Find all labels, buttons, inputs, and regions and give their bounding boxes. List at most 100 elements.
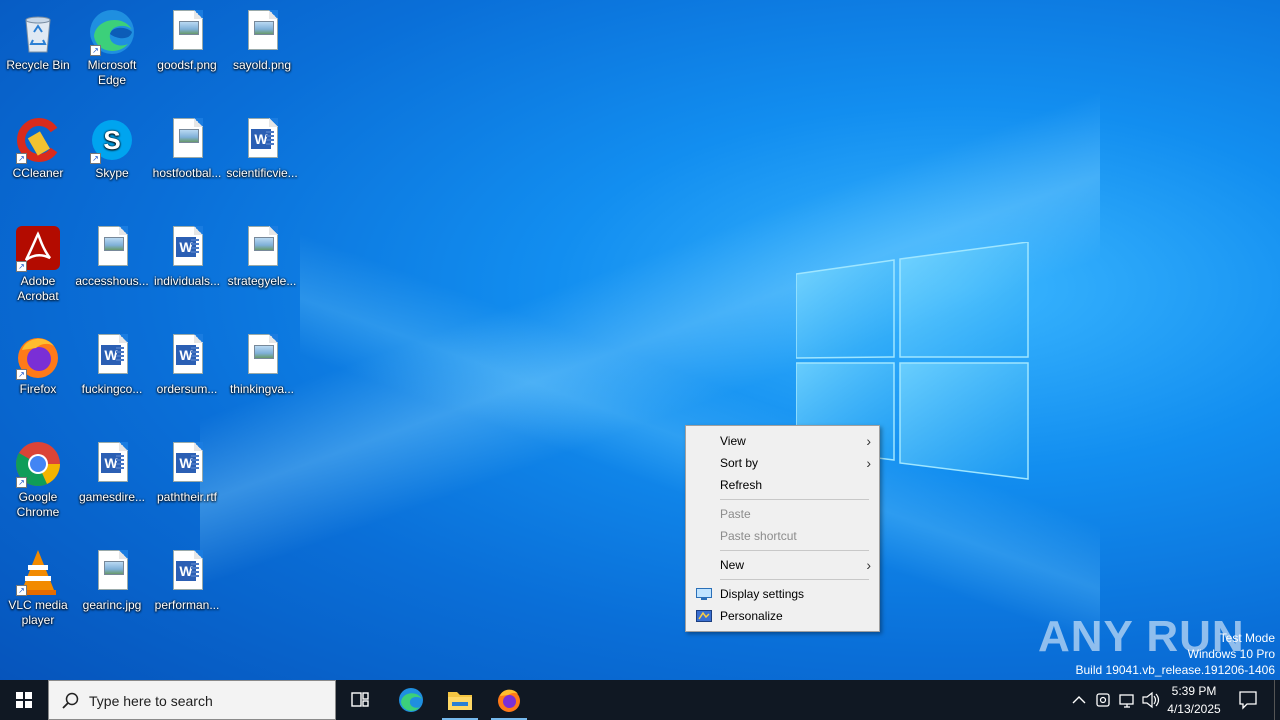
menu-item-sort-by[interactable]: Sort by › — [686, 452, 879, 474]
desktop-icon-label: hostfootbal... — [152, 166, 222, 180]
desktop-icon-ccleaner[interactable]: ↗ CCleaner — [0, 110, 76, 181]
desktop-icon-skype[interactable]: S ↗ Skype — [74, 110, 150, 181]
wallpaper-light-beam — [200, 0, 1100, 720]
desktop-icon-file[interactable]: hostfootbal... — [149, 110, 225, 181]
menu-item-label: Paste shortcut — [720, 529, 797, 543]
desktop-icon-label: Adobe Acrobat — [17, 274, 59, 303]
submenu-arrow-icon: › — [866, 557, 871, 573]
task-view-icon — [351, 692, 369, 707]
vlc-icon: ↗ — [14, 548, 62, 596]
network-icon — [1119, 694, 1134, 708]
desktop-icon-label: scientificvie... — [226, 166, 298, 180]
desktop-icon-file[interactable]: W scientificvie... — [224, 110, 300, 181]
shortcut-arrow-icon: ↗ — [90, 45, 101, 56]
desktop-icon-microsoft-edge[interactable]: ↗ Microsoft Edge — [74, 2, 150, 88]
submenu-arrow-icon: › — [866, 455, 871, 471]
desktop-icon-file[interactable]: W individuals... — [149, 218, 225, 289]
desktop-icon-file[interactable]: goodsf.png — [149, 2, 225, 73]
desktop-icon-file[interactable]: sayold.png — [224, 2, 300, 73]
desktop-icon-adobe-acrobat[interactable]: ↗ Adobe Acrobat — [0, 218, 76, 304]
shortcut-arrow-icon: ↗ — [16, 153, 27, 164]
menu-item-label: View — [720, 434, 746, 448]
desktop-icon-vlc[interactable]: ↗ VLC media player — [0, 542, 76, 628]
desktop-icon-file[interactable]: accesshous... — [74, 218, 150, 289]
desktop-icon-label: Google Chrome — [16, 490, 60, 519]
recycle-bin-icon — [14, 8, 62, 56]
image-file-icon — [238, 8, 286, 56]
desktop-icon-file[interactable]: thinkingva... — [224, 326, 300, 397]
personalize-icon — [696, 610, 712, 622]
desktop-icon-file[interactable]: W performan... — [149, 542, 225, 613]
taskbar-clock[interactable]: 5:39 PM 4/13/2025 — [1158, 682, 1230, 718]
word-doc-icon: W — [163, 332, 211, 380]
clock-time: 5:39 PM — [1171, 684, 1217, 698]
menu-item-view[interactable]: View › — [686, 430, 879, 452]
skype-icon: S ↗ — [88, 116, 136, 164]
tray-network-button[interactable] — [1116, 680, 1138, 720]
show-desktop-button[interactable] — [1274, 680, 1280, 720]
desktop-icon-label: paththeir.rtf — [156, 490, 218, 504]
desktop-icon-label: performan... — [154, 598, 220, 612]
menu-item-new[interactable]: New › — [686, 554, 879, 576]
menu-item-label: Refresh — [720, 478, 763, 492]
ccleaner-icon: ↗ — [14, 116, 62, 164]
taskbar-edge-button[interactable] — [387, 680, 435, 720]
edge-icon: ↗ — [88, 8, 136, 56]
menu-separator — [720, 499, 869, 500]
desktop-icon-firefox[interactable]: ↗ Firefox — [0, 326, 76, 397]
desktop-icon-label: gamesdire... — [78, 490, 146, 504]
start-button[interactable] — [0, 680, 48, 720]
desktop-icon-file[interactable]: W fuckingco... — [74, 326, 150, 397]
image-file-icon — [238, 332, 286, 380]
desktop-icon-label: gearinc.jpg — [82, 598, 142, 612]
search-icon — [62, 692, 79, 709]
word-doc-icon: W — [163, 548, 211, 596]
desktop-icon-label: thinkingva... — [229, 382, 295, 396]
desktop-icon-label: CCleaner — [12, 166, 64, 180]
acrobat-icon: ↗ — [14, 224, 62, 272]
desktop-icon-file[interactable]: W paththeir.rtf — [149, 434, 225, 505]
firefox-icon: ↗ — [14, 332, 62, 380]
desktop-icon-file[interactable]: W ordersum... — [149, 326, 225, 397]
image-file-icon — [88, 224, 136, 272]
watermark-build: Build 19041.vb_release.191206-1406 — [1075, 663, 1276, 677]
menu-item-personalize[interactable]: Personalize — [686, 605, 879, 627]
svg-text:S: S — [103, 125, 120, 155]
taskbar-file-explorer-button[interactable] — [436, 680, 484, 720]
menu-item-paste-shortcut: Paste shortcut — [686, 525, 879, 547]
desktop-icon-file[interactable]: strategyele... — [224, 218, 300, 289]
desktop-icon-label: Skype — [95, 166, 129, 180]
menu-item-label: Display settings — [720, 587, 805, 601]
image-file-icon — [88, 548, 136, 596]
menu-item-label: Sort by — [720, 456, 759, 470]
show-hidden-icons-button[interactable] — [1068, 680, 1090, 720]
shortcut-arrow-icon: ↗ — [16, 261, 27, 272]
taskbar-search-box[interactable]: Type here to search — [48, 680, 336, 720]
word-doc-icon: W — [88, 440, 136, 488]
shortcut-arrow-icon: ↗ — [16, 477, 27, 488]
menu-item-display-settings[interactable]: Display settings — [686, 583, 879, 605]
word-doc-icon: W — [163, 440, 211, 488]
folder-icon — [448, 692, 472, 710]
taskbar: Type here to search 5:39 PM 4/13/2025 — [0, 680, 1280, 720]
watermark-test-mode: Test Mode — [1219, 631, 1275, 645]
desktop-icon-recycle-bin[interactable]: Recycle Bin — [0, 2, 76, 73]
desktop-icon-file[interactable]: W gamesdire... — [74, 434, 150, 505]
tray-meet-now-button[interactable] — [1092, 680, 1114, 720]
menu-separator — [720, 550, 869, 551]
desktop-icon-label: accesshous... — [75, 274, 149, 288]
menu-item-refresh[interactable]: Refresh — [686, 474, 879, 496]
desktop-icon-file[interactable]: gearinc.jpg — [74, 542, 150, 613]
image-file-icon — [163, 116, 211, 164]
shortcut-arrow-icon: ↗ — [16, 585, 27, 596]
chevron-up-icon — [1072, 696, 1086, 704]
search-placeholder: Type here to search — [89, 693, 213, 709]
task-view-button[interactable] — [336, 680, 384, 720]
notification-icon — [1239, 691, 1257, 710]
menu-separator — [720, 579, 869, 580]
desktop-icon-label: individuals... — [153, 274, 221, 288]
taskbar-firefox-button[interactable] — [485, 680, 533, 720]
desktop-icon-google-chrome[interactable]: ↗ Google Chrome — [0, 434, 76, 520]
action-center-button[interactable] — [1234, 680, 1262, 720]
tray-camera-icon — [1096, 693, 1110, 707]
